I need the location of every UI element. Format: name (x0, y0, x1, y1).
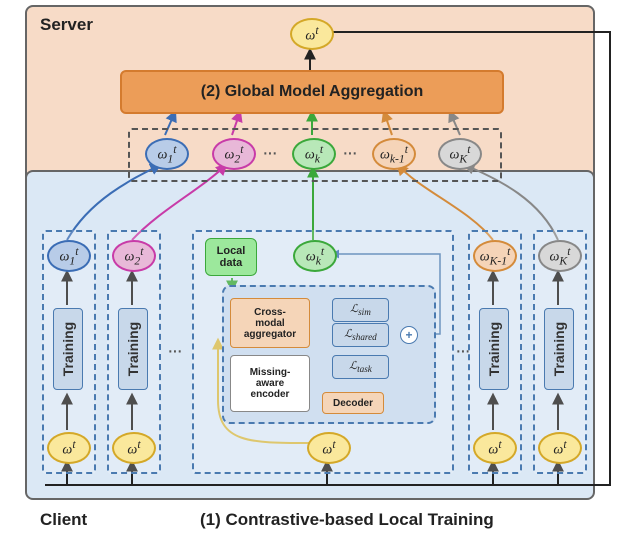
yellow-omega-2: ωt (112, 432, 156, 464)
server-node-K: ωKt (438, 138, 482, 170)
loss-shared: ℒshared (332, 323, 389, 347)
dots-srv-1: ··· (262, 142, 276, 165)
cross-modal-aggregator: Cross- modal aggregator (230, 298, 310, 348)
training-box-K-1: Training (479, 308, 509, 390)
yellow-omega-1: ωt (47, 432, 91, 464)
server-node-k: ωkt (292, 138, 336, 170)
diagram-canvas: Server Client (1) Contrastive-based Loca… (0, 0, 618, 548)
missing-aware-encoder: Missing- aware encoder (230, 355, 310, 412)
decoder-box: Decoder (322, 392, 384, 414)
loss-sim: ℒsim (332, 298, 389, 322)
yellow-omega-K: ωt (538, 432, 582, 464)
server-label: Server (40, 15, 93, 35)
client-omega-1: ω1t (47, 240, 91, 272)
yellow-omega-k: ωt (307, 432, 351, 464)
server-node-k-1: ωk-1t (372, 138, 416, 170)
server-node-1: ω1t (145, 138, 189, 170)
training-box-1: Training (53, 308, 83, 390)
bottom-caption: (1) Contrastive-based Local Training (200, 510, 494, 530)
yellow-omega-K-1: ωt (473, 432, 517, 464)
client-omega-2: ω2t (112, 240, 156, 272)
client-label: Client (40, 510, 87, 530)
server-node-2: ω2t (212, 138, 256, 170)
client-omega-K: ωKt (538, 240, 582, 272)
dots-clients-1: ··· (167, 340, 181, 363)
aggregation-box: (2) Global Model Aggregation (120, 70, 504, 114)
plus-icon: + (400, 326, 418, 344)
dots-clients-2: ··· (455, 340, 469, 363)
dots-srv-2: ··· (342, 142, 356, 165)
training-box-K: Training (544, 308, 574, 390)
omega-output-top: ωt (290, 18, 334, 50)
client-omega-k: ωkt (293, 240, 337, 272)
training-box-2: Training (118, 308, 148, 390)
local-data-box: Local data (205, 238, 257, 276)
loss-task: ℒtask (332, 355, 389, 379)
client-omega-K-1: ωK-1t (473, 240, 517, 272)
